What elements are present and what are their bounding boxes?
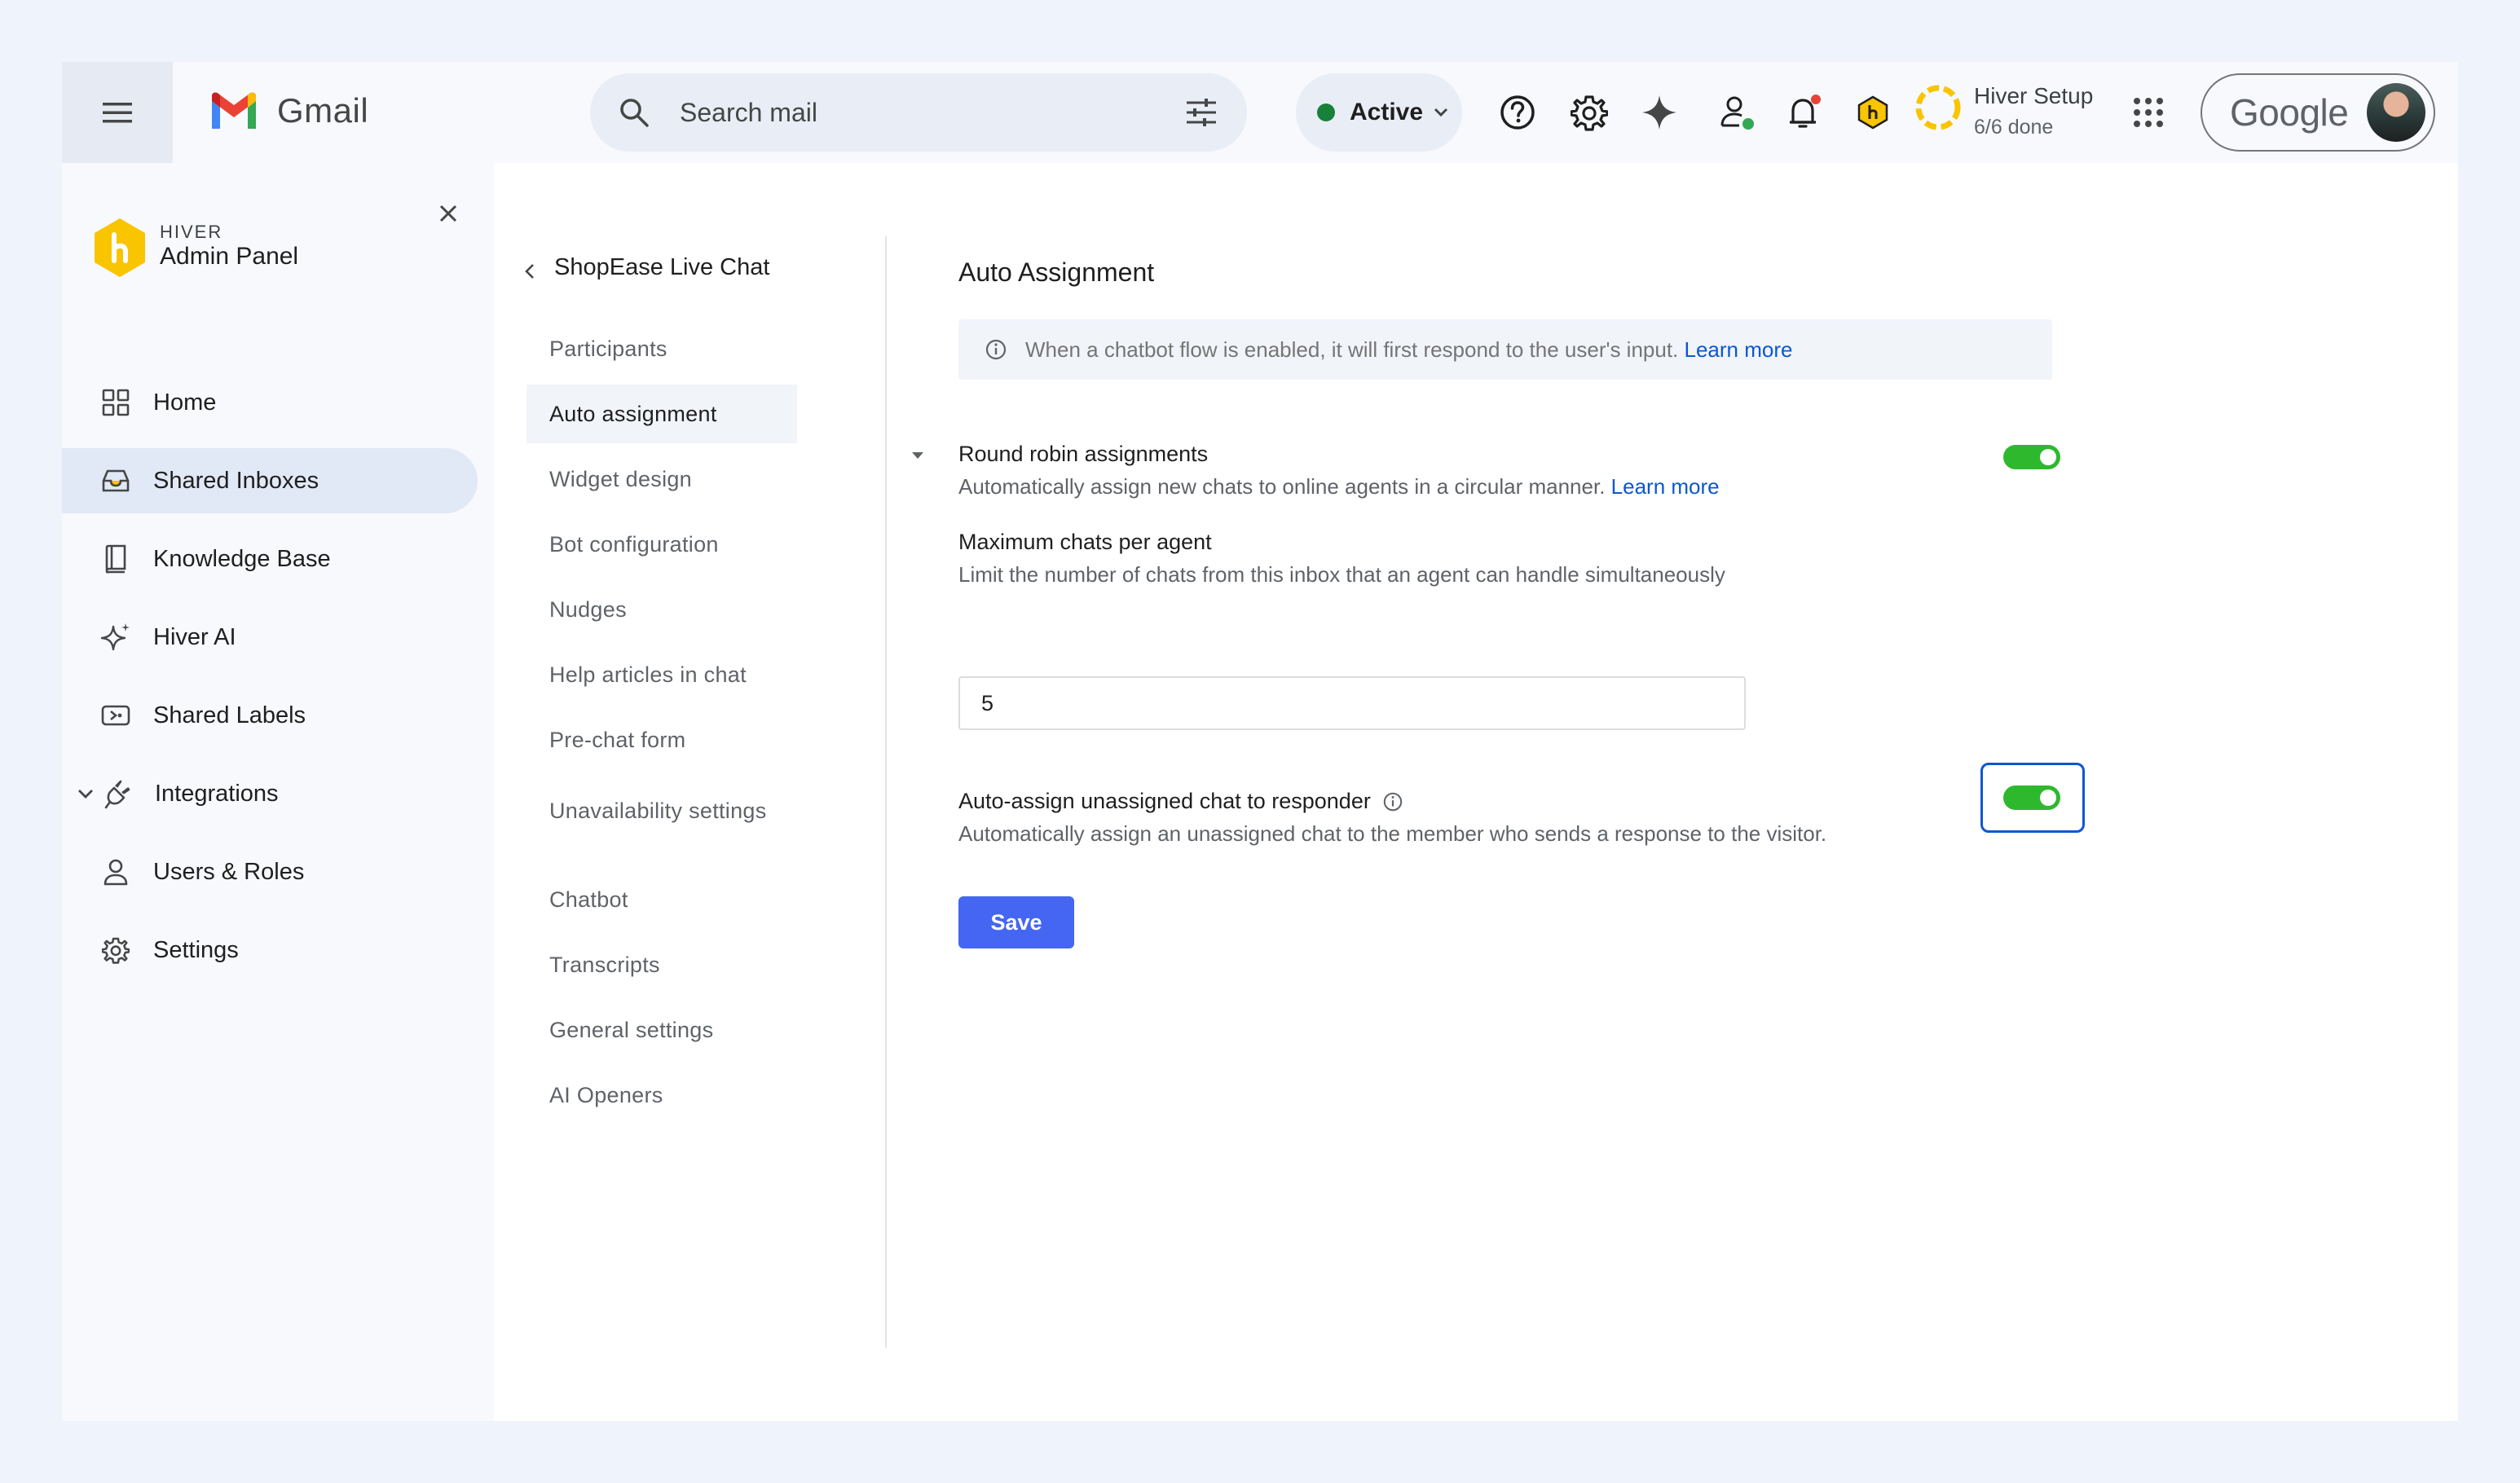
round-robin-learn-more-link[interactable]: Learn more [1611,474,1720,499]
gmail-m-icon [212,92,256,129]
auto-assign-title: Auto-assign unassigned chat to responder [958,789,1371,813]
submenu-help-articles[interactable]: Help articles in chat [526,645,797,704]
hiver-logo-icon [95,218,145,277]
nav-label: Home [153,389,217,416]
book-icon [99,543,132,575]
auto-assign-toggle[interactable] [2003,786,2060,810]
column-divider [885,236,887,1348]
chevron-down-icon[interactable] [77,787,95,800]
label-icon [99,699,132,732]
submenu-participants[interactable]: Participants [526,319,797,378]
account-button[interactable]: Google [2201,73,2435,152]
round-robin-toggle[interactable] [2003,445,2060,469]
chevron-down-icon [1434,108,1448,117]
info-learn-more-link[interactable]: Learn more [1685,337,1793,362]
user-icon [99,856,132,888]
submenu-pre-chat-form[interactable]: Pre-chat form [526,711,797,769]
submenu-nudges[interactable]: Nudges [526,580,797,639]
google-wordmark: Google [2230,91,2349,134]
setup-progress: 6/6 done [1974,116,2054,139]
hamburger-icon [103,103,132,123]
round-robin-desc: Automatically assign new chats to online… [958,474,1720,499]
nav-label: Shared Inboxes [153,467,319,494]
filter-sliders-icon[interactable] [1185,96,1218,129]
nav-item-integrations[interactable]: Integrations [62,761,478,826]
status-dot [1317,103,1335,121]
page-title: Auto Assignment [958,257,1155,287]
info-banner: When a chatbot flow is enabled, it will … [958,319,2052,380]
apps-launcher-button[interactable] [2129,93,2168,132]
user-status-button[interactable] [1718,93,1757,132]
save-button[interactable]: Save [958,896,1074,948]
submenu-unavailability-settings[interactable]: Unavailability settings [526,766,771,856]
info-text: When a chatbot flow is enabled, it will … [1025,337,1793,362]
submenu-widget-design[interactable]: Widget design [526,450,797,508]
nav-label: Settings [153,936,239,963]
submenu-chatbot[interactable]: Chatbot [526,870,797,929]
sparkle-icon [1642,95,1676,130]
nav-item-settings[interactable]: Settings [62,918,478,983]
max-chats-title: Maximum chats per agent [958,530,1212,554]
auto-assign-title-row: Auto-assign unassigned chat to responder [958,789,1403,814]
nav-label: Users & Roles [153,858,305,885]
round-robin-title: Round robin assignments [958,442,1209,466]
max-chats-input[interactable] [958,676,1746,730]
app-window: Gmail Active [62,62,2458,1421]
info-icon[interactable] [1382,791,1403,812]
setup-title[interactable]: Hiver Setup [1974,83,2093,109]
nav-item-shared-labels[interactable]: Shared Labels [62,683,478,748]
main-panel: ShopEase Live Chat Participants Auto ass… [494,163,2458,1421]
gmail-wordmark: Gmail [277,91,369,130]
info-icon [985,339,1007,360]
admin-title: Admin Panel [160,243,299,270]
submenu-general-settings[interactable]: General settings [526,1001,797,1059]
submenu-ai-openers[interactable]: AI Openers [526,1066,797,1124]
search-icon [620,99,649,127]
nav-label: Shared Labels [153,702,306,728]
apps-grid-icon [2134,98,2163,127]
help-button[interactable] [1498,93,1537,132]
avatar [2367,83,2425,142]
close-admin-button[interactable] [432,197,465,230]
auto-assign-desc: Automatically assign an unassigned chat … [958,821,1827,846]
status-label: Active [1350,99,1424,125]
nav-label: Integrations [155,780,279,807]
nav-item-hiver-ai[interactable]: Hiver AI [62,605,478,670]
submenu-bot-configuration[interactable]: Bot configuration [526,515,797,574]
plug-icon [103,777,135,810]
sparkle-icon [99,621,132,653]
max-chats-desc: Limit the number of chats from this inbo… [958,562,1725,587]
search-input[interactable] [680,97,1185,128]
submenu-auto-assignment[interactable]: Auto assignment [526,385,797,443]
inbox-name[interactable]: ShopEase Live Chat [554,254,769,281]
notifications-button[interactable] [1785,93,1824,132]
gear-icon [99,934,132,966]
main-menu-button[interactable] [62,62,173,163]
gemini-button[interactable] [1640,93,1679,132]
gear-icon [1571,95,1608,131]
collapse-caret-icon[interactable] [910,450,926,461]
nav-item-knowledge-base[interactable]: Knowledge Base [62,526,478,592]
nav-item-users-roles[interactable]: Users & Roles [62,839,478,904]
submenu-transcripts[interactable]: Transcripts [526,935,797,994]
nav-label: Hiver AI [153,623,236,650]
settings-button[interactable] [1570,93,1609,132]
inbox-icon [99,464,132,497]
user-online-icon [1720,96,1754,130]
nav-item-home[interactable]: Home [62,370,478,435]
close-icon [439,205,457,222]
grid-icon [99,386,132,419]
status-dropdown[interactable]: Active [1296,73,1462,152]
admin-brand: HIVER [160,222,223,242]
nav-label: Knowledge Base [153,545,331,572]
nav-item-shared-inboxes[interactable]: Shared Inboxes [62,448,478,513]
hiver-hex-icon [1857,95,1888,130]
help-icon [1500,95,1535,130]
chevron-left-icon[interactable] [523,262,536,280]
search-bar[interactable] [590,73,1247,152]
gmail-logo[interactable]: Gmail [209,91,368,130]
bell-icon [1790,95,1821,128]
setup-progress-ring-icon[interactable] [1914,83,1963,132]
hiver-extension-button[interactable] [1853,93,1892,132]
